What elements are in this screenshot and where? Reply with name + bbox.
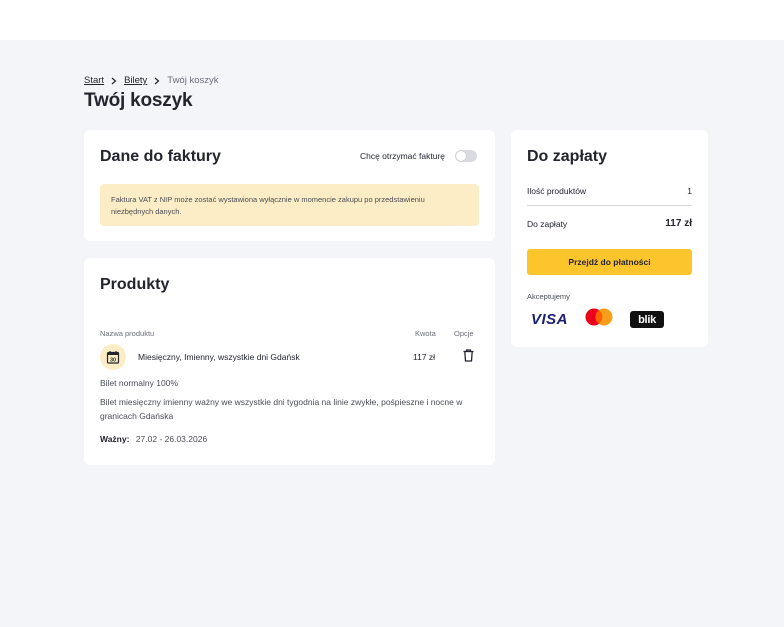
invoice-toggle-label: Chcę otrzymać fakturę: [359, 151, 445, 161]
breadcrumb-current: Twój koszyk: [167, 75, 219, 86]
top-header-bar: [0, 0, 784, 40]
breadcrumb: Start Bilety Twój koszyk: [84, 75, 219, 86]
column-header-options: Opcje: [454, 329, 474, 338]
invoice-toggle-row: Chcę otrzymać fakturę: [360, 150, 477, 162]
products-card: Produkty Nazwa produktu Kwota Opcje 30 M…: [84, 258, 495, 465]
breadcrumb-start-link[interactable]: Start: [84, 75, 104, 86]
summary-title: Do zapłaty: [527, 148, 608, 165]
invoice-toggle[interactable]: [455, 150, 477, 162]
toggle-knob: [456, 151, 466, 161]
calendar-day: 30: [110, 357, 116, 363]
total-row: Do zapłaty 117 zł: [527, 218, 692, 229]
product-count-value: 1: [687, 186, 692, 196]
summary-divider: [527, 205, 692, 206]
product-validity: Ważny: 27.02 - 26.03.2026: [100, 434, 207, 444]
column-header-name: Nazwa produktu: [100, 329, 155, 338]
pay-button[interactable]: Przejdź do płatności: [527, 249, 692, 275]
product-type: Bilet normalny 100%: [100, 378, 178, 388]
breadcrumb-tickets-link[interactable]: Bilety: [124, 75, 147, 86]
page-title: Twój koszyk: [84, 90, 193, 111]
product-description: Bilet miesięczny imienny ważny we wszyst…: [100, 397, 463, 421]
chevron-right-icon: [111, 77, 117, 85]
validity-label: Ważny:: [100, 434, 130, 444]
product-price: 117 zł: [413, 352, 436, 362]
mastercard-logo-icon: [585, 308, 613, 331]
summary-card: Do zapłaty Ilość produktów 1 Do zapłaty …: [511, 130, 708, 347]
total-value: 117 zł: [665, 218, 692, 229]
blik-logo-icon: blik: [630, 311, 665, 328]
product-name: Miesięczny, Imienny, wszystkie dni Gdańs…: [138, 352, 300, 362]
calendar-icon: 30: [100, 344, 126, 370]
payment-logos: VISA blik: [531, 308, 665, 331]
accept-label: Akceptujemy: [527, 292, 570, 301]
product-count-row: Ilość produktów 1: [527, 186, 692, 196]
invoice-card: Dane do faktury Chcę otrzymać fakturę Fa…: [84, 130, 495, 241]
invoice-notice: Faktura VAT z NIP może zostać wystawiona…: [100, 184, 479, 226]
column-header-amount: Kwota: [415, 329, 436, 338]
trash-icon[interactable]: [463, 349, 474, 367]
invoice-title: Dane do faktury: [100, 148, 221, 165]
total-label: Do zapłaty: [527, 218, 568, 229]
visa-logo-icon: VISA: [531, 311, 569, 328]
chevron-right-icon: [154, 77, 160, 85]
products-title: Produkty: [100, 276, 170, 293]
validity-value: 27.02 - 26.03.2026: [135, 434, 208, 444]
product-count-label: Ilość produktów: [527, 186, 587, 196]
